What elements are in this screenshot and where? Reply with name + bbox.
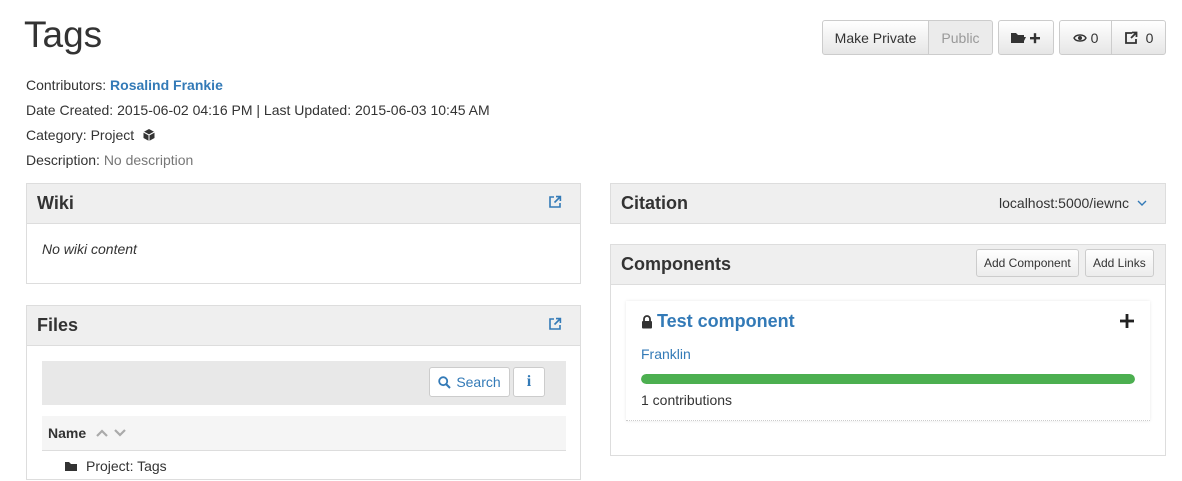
files-panel: Files Search i Name Project: Tags — [26, 305, 581, 480]
citation-dropdown[interactable]: localhost:5000/iewnc — [999, 195, 1147, 211]
cube-icon — [143, 129, 155, 141]
folder-plus-icon — [1011, 32, 1040, 43]
description-line: Description: No description — [26, 152, 193, 168]
components-panel: Components Add Component Add Links Test … — [610, 244, 1166, 456]
citation-title: Citation — [621, 193, 688, 213]
contribution-progress-fill — [641, 374, 1135, 384]
component-item: Test component Franklin 1 contributions — [626, 301, 1150, 421]
files-info-button[interactable]: i — [513, 367, 545, 397]
sort-descending-icon[interactable] — [114, 429, 126, 437]
chevron-down-icon — [1137, 200, 1147, 206]
folder-icon — [65, 461, 77, 471]
citation-panel: Citation localhost:5000/iewnc — [610, 183, 1166, 224]
citation-panel-heading: Citation localhost:5000/iewnc — [611, 184, 1165, 223]
make-private-button[interactable]: Make Private — [822, 20, 929, 55]
contributor-link[interactable]: Rosalind Frankie — [110, 77, 223, 93]
contributors-label: Contributors: — [26, 77, 107, 93]
public-button[interactable]: Public — [928, 20, 993, 55]
component-contributor-link[interactable]: Franklin — [641, 346, 691, 362]
category-label: Category: — [26, 127, 87, 143]
watch-fork-group: 0 0 — [1059, 20, 1166, 55]
files-toolbar: Search i — [42, 361, 566, 405]
add-to-folder-group — [998, 20, 1054, 55]
component-link[interactable]: Test component — [657, 311, 795, 332]
share-icon — [1124, 31, 1137, 44]
date-separator: | — [256, 102, 261, 118]
category-value: Project — [90, 127, 135, 143]
category-line: Category: Project — [26, 127, 156, 143]
contributions-count: 1 contributions — [641, 392, 733, 408]
component-title-row: Test component — [641, 311, 795, 332]
last-updated-label: Last Updated: — [263, 102, 352, 118]
date-created-label: Date Created: — [26, 102, 114, 118]
contribution-progress-bar — [641, 374, 1135, 384]
description-value[interactable]: No description — [104, 152, 194, 168]
wiki-content: No wiki content — [42, 241, 137, 257]
search-icon — [438, 375, 452, 389]
search-label: Search — [456, 374, 501, 390]
citation-url: localhost:5000/iewnc — [999, 195, 1129, 211]
add-links-button[interactable]: Add Links — [1085, 249, 1154, 277]
lock-icon — [642, 314, 652, 328]
sort-ascending-icon[interactable] — [96, 429, 108, 437]
components-panel-heading: Components Add Component Add Links — [611, 245, 1165, 285]
watch-button[interactable]: 0 — [1059, 20, 1112, 55]
privacy-toggle-group: Make Private Public — [822, 20, 993, 55]
dates-line: Date Created: 2015-06-02 04:16 PM | Last… — [26, 102, 490, 118]
watch-count: 0 — [1090, 29, 1099, 46]
date-created-value: 2015-06-02 04:16 PM — [117, 102, 253, 118]
components-title: Components — [621, 254, 731, 274]
eye-icon — [1072, 33, 1087, 42]
fork-count: 0 — [1145, 29, 1154, 46]
external-link-icon[interactable] — [548, 317, 562, 331]
file-row[interactable]: Project: Tags — [42, 451, 566, 481]
wiki-title: Wiki — [37, 193, 74, 213]
files-panel-heading: Files — [27, 306, 580, 346]
name-column-header: Name — [48, 425, 87, 441]
files-search-button[interactable]: Search — [429, 367, 510, 397]
wiki-panel: Wiki No wiki content — [26, 183, 581, 284]
files-title: Files — [37, 315, 79, 335]
description-label: Description: — [26, 152, 100, 168]
external-link-icon[interactable] — [548, 195, 562, 209]
contributors-line: Contributors: Rosalind Frankie — [26, 77, 223, 93]
files-table-header: Name — [42, 416, 566, 451]
add-component-button[interactable]: Add Component — [976, 249, 1079, 277]
plus-icon[interactable] — [1120, 314, 1134, 328]
add-to-folder-button[interactable] — [998, 20, 1054, 55]
fork-button[interactable]: 0 — [1111, 20, 1166, 55]
file-row-name: Project: Tags — [86, 458, 167, 474]
last-updated-value: 2015-06-03 10:45 AM — [354, 102, 490, 118]
page-title: Tags — [24, 14, 103, 55]
wiki-panel-heading: Wiki — [27, 184, 580, 224]
